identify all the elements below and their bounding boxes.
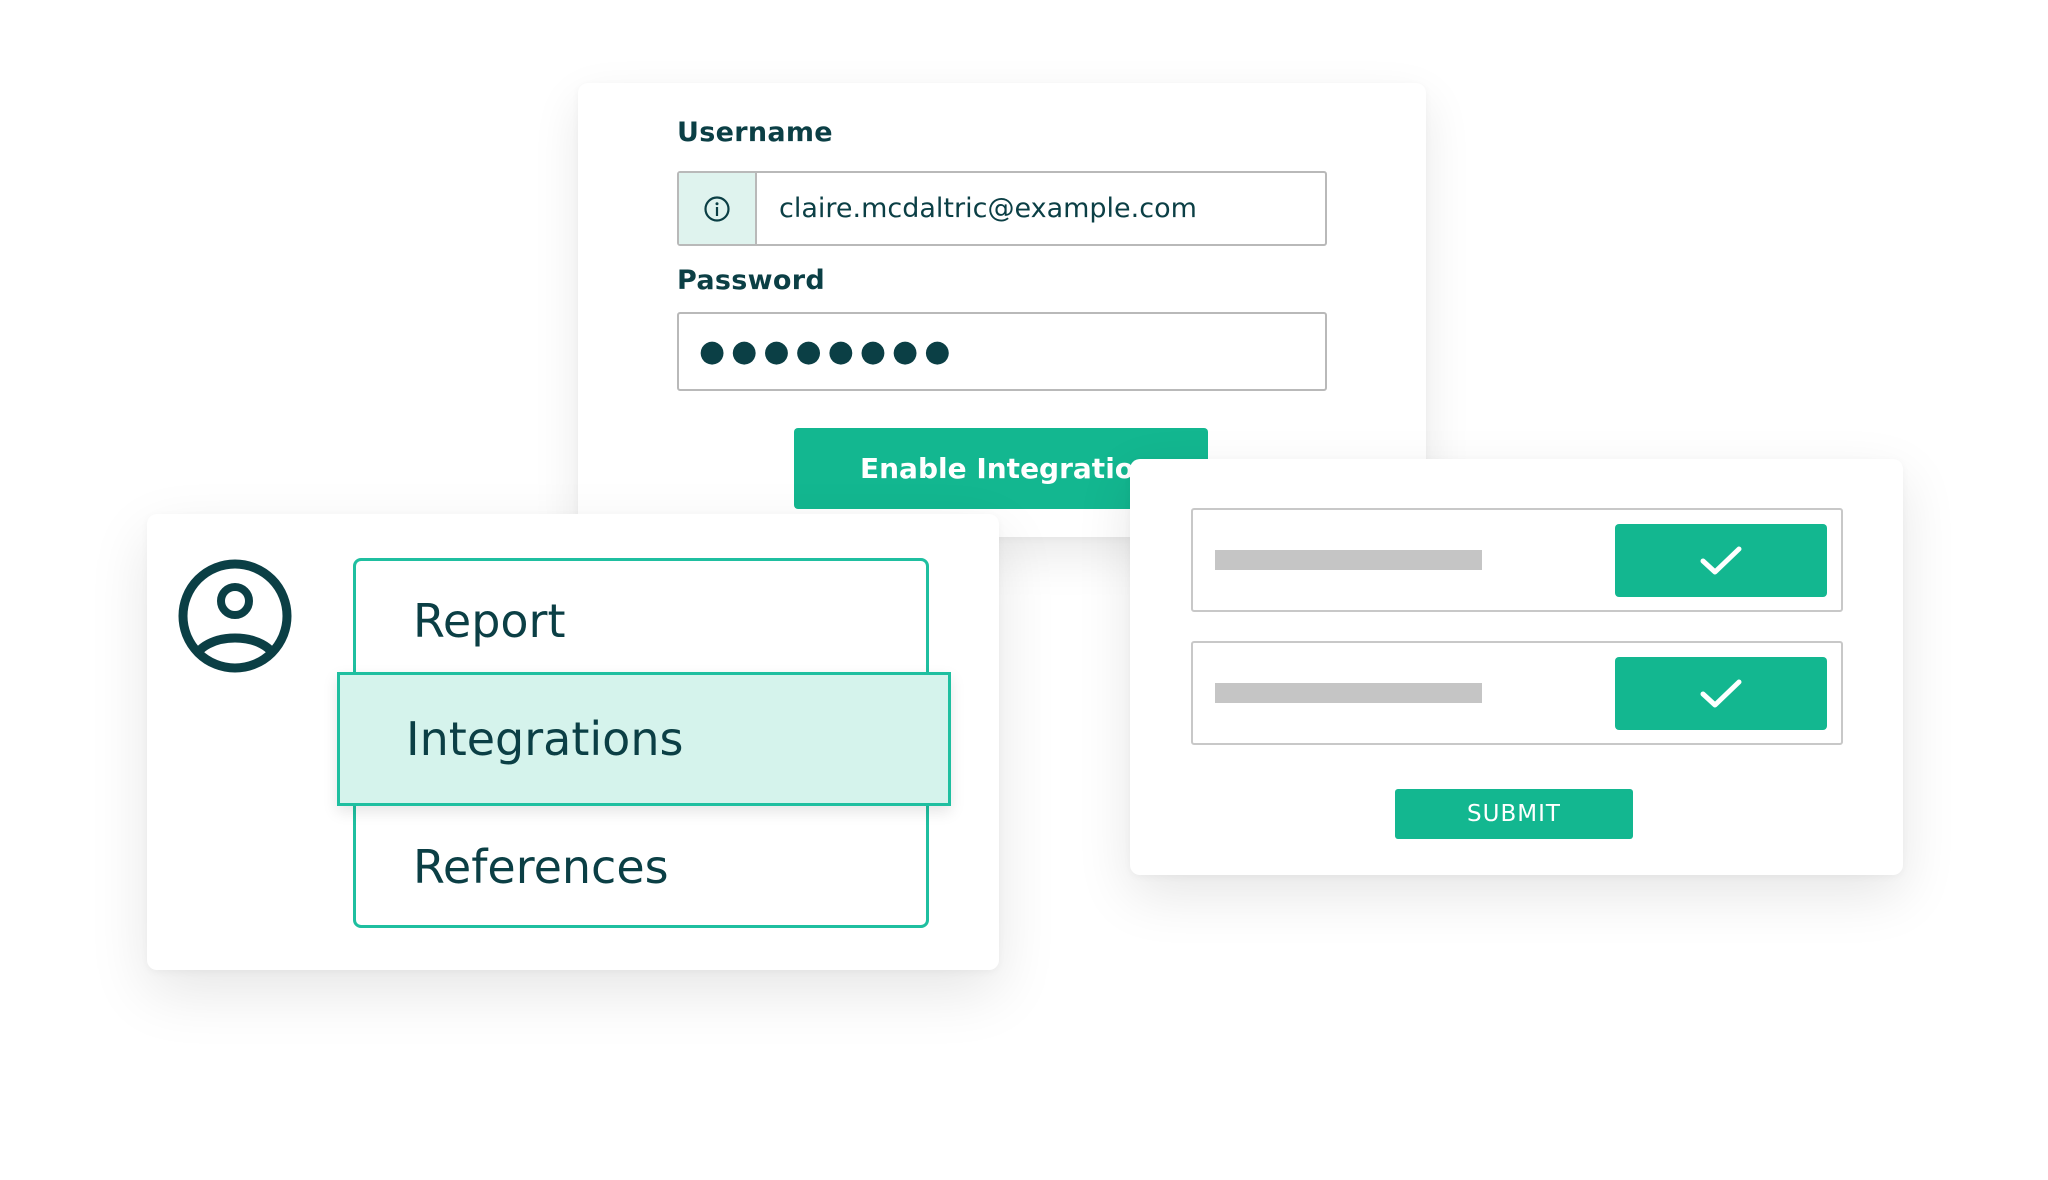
menu-item-report[interactable]: Report [413, 598, 566, 644]
info-icon [704, 195, 730, 222]
submit-button[interactable]: SUBMIT [1395, 789, 1633, 839]
username-field[interactable]: claire.mcdaltric@example.com [677, 171, 1327, 246]
menu-card: Report Integrations References [147, 514, 999, 970]
checkmark-icon [1700, 546, 1742, 574]
password-field[interactable]: ●●●●●●●● [677, 312, 1327, 391]
placeholder-bar [1215, 550, 1482, 570]
info-addon [679, 173, 757, 244]
confirm-check-button[interactable] [1615, 524, 1827, 597]
menu-item-references[interactable]: References [413, 844, 669, 890]
username-label: Username [677, 117, 833, 148]
password-value: ●●●●●●●● [699, 334, 957, 369]
user-avatar-icon [178, 559, 292, 673]
checklist-card: SUBMIT [1130, 459, 1903, 875]
username-value: claire.mcdaltric@example.com [779, 193, 1197, 224]
checkmark-icon [1700, 679, 1742, 707]
checklist-row [1191, 641, 1843, 745]
password-label: Password [677, 265, 825, 296]
checklist-row [1191, 508, 1843, 612]
placeholder-bar [1215, 683, 1482, 703]
menu-item-integrations[interactable]: Integrations [337, 672, 951, 806]
confirm-check-button[interactable] [1615, 657, 1827, 730]
